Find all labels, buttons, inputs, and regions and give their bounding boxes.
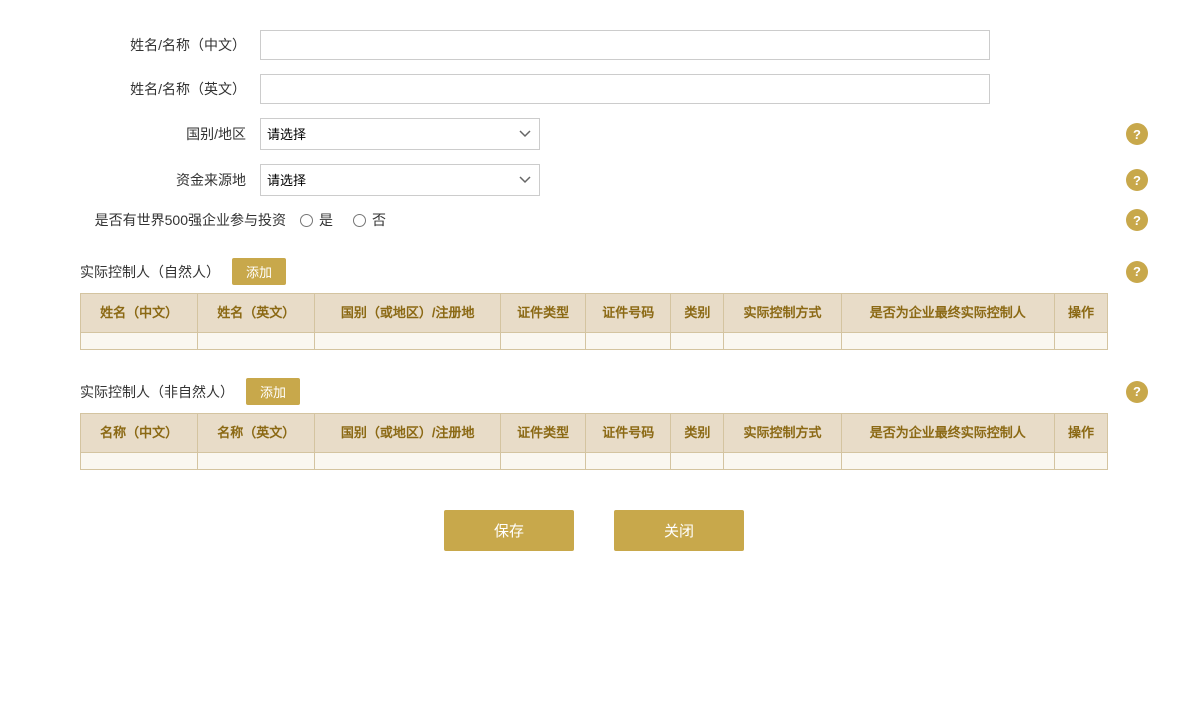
radio-yes[interactable] xyxy=(300,214,313,227)
fund-source-label: 资金来源地 xyxy=(80,170,260,190)
col2-control-method: 实际控制方式 xyxy=(724,414,841,453)
col2-name-cn: 名称（中文） xyxy=(81,414,198,453)
col-cert-type: 证件类型 xyxy=(501,294,586,333)
radio-yes-item[interactable]: 是 xyxy=(300,210,333,230)
name-cn-input[interactable] xyxy=(260,30,990,60)
natural-person-header: 实际控制人（自然人） 添加 ? xyxy=(80,250,1108,293)
country-select[interactable]: 请选择 xyxy=(260,118,540,150)
page-container: 姓名/名称（中文） 姓名/名称（英文） 国别/地区 请选择 ? 资金来源地 请选… xyxy=(0,0,1188,705)
close-button[interactable]: 关闭 xyxy=(614,510,744,551)
col-name-en: 姓名（英文） xyxy=(198,294,315,333)
country-row: 国别/地区 请选择 ? xyxy=(80,118,1108,150)
radio-no[interactable] xyxy=(353,214,366,227)
world500-row: 是否有世界500强企业参与投资 是 否 ? xyxy=(80,210,1108,230)
natural-person-help-icon[interactable]: ? xyxy=(1126,261,1148,283)
non-natural-person-header-row: 名称（中文） 名称（英文） 国别（或地区）/注册地 证件类型 证件号码 类别 实… xyxy=(81,414,1108,453)
non-natural-person-title: 实际控制人（非自然人） xyxy=(80,382,234,402)
col2-cert-no: 证件号码 xyxy=(586,414,671,453)
col-name-cn: 姓名（中文） xyxy=(81,294,198,333)
col-is-final-controller: 是否为企业最终实际控制人 xyxy=(841,294,1054,333)
non-natural-person-header: 实际控制人（非自然人） 添加 ? xyxy=(80,370,1108,413)
col-cert-no: 证件号码 xyxy=(586,294,671,333)
fund-source-row: 资金来源地 请选择 ? xyxy=(80,164,1108,196)
col-category: 类别 xyxy=(671,294,724,333)
table-row xyxy=(81,333,1108,350)
col2-operation: 操作 xyxy=(1054,414,1107,453)
fund-source-select-wrapper: 请选择 xyxy=(260,164,540,196)
natural-person-add-button[interactable]: 添加 xyxy=(232,258,286,285)
non-natural-person-table: 名称（中文） 名称（英文） 国别（或地区）/注册地 证件类型 证件号码 类别 实… xyxy=(80,413,1108,470)
form-section: 姓名/名称（中文） 姓名/名称（英文） 国别/地区 请选择 ? 资金来源地 请选… xyxy=(80,30,1108,230)
world500-label: 是否有世界500强企业参与投资 xyxy=(80,210,300,230)
natural-person-table: 姓名（中文） 姓名（英文） 国别（或地区）/注册地 证件类型 证件号码 类别 实… xyxy=(80,293,1108,350)
col2-country: 国别（或地区）/注册地 xyxy=(315,414,501,453)
country-select-wrapper: 请选择 xyxy=(260,118,540,150)
world500-help-icon[interactable]: ? xyxy=(1126,209,1148,231)
radio-yes-label: 是 xyxy=(319,210,333,230)
natural-person-title: 实际控制人（自然人） xyxy=(80,262,220,282)
fund-source-help-icon[interactable]: ? xyxy=(1126,169,1148,191)
button-row: 保存 关闭 xyxy=(80,510,1108,551)
country-label: 国别/地区 xyxy=(80,124,260,144)
table-row xyxy=(81,453,1108,470)
col-operation: 操作 xyxy=(1054,294,1107,333)
non-natural-person-add-button[interactable]: 添加 xyxy=(246,378,300,405)
name-cn-label: 姓名/名称（中文） xyxy=(80,35,260,55)
col-country: 国别（或地区）/注册地 xyxy=(315,294,501,333)
world500-radio-group: 是 否 xyxy=(300,210,386,230)
name-en-label: 姓名/名称（英文） xyxy=(80,79,260,99)
col2-name-en: 名称（英文） xyxy=(198,414,315,453)
save-button[interactable]: 保存 xyxy=(444,510,574,551)
natural-person-section: 实际控制人（自然人） 添加 ? 姓名（中文） 姓名（英文） 国别（或地区）/注册… xyxy=(80,250,1108,350)
fund-source-select[interactable]: 请选择 xyxy=(260,164,540,196)
col2-cert-type: 证件类型 xyxy=(501,414,586,453)
natural-person-header-row: 姓名（中文） 姓名（英文） 国别（或地区）/注册地 证件类型 证件号码 类别 实… xyxy=(81,294,1108,333)
col2-is-final-controller: 是否为企业最终实际控制人 xyxy=(841,414,1054,453)
col2-category: 类别 xyxy=(671,414,724,453)
radio-no-label: 否 xyxy=(372,210,386,230)
col-control-method: 实际控制方式 xyxy=(724,294,841,333)
non-natural-person-help-icon[interactable]: ? xyxy=(1126,381,1148,403)
country-help-icon[interactable]: ? xyxy=(1126,123,1148,145)
name-en-input[interactable] xyxy=(260,74,990,104)
non-natural-person-section: 实际控制人（非自然人） 添加 ? 名称（中文） 名称（英文） 国别（或地区）/注… xyxy=(80,370,1108,470)
name-en-row: 姓名/名称（英文） xyxy=(80,74,1108,104)
radio-no-item[interactable]: 否 xyxy=(353,210,386,230)
name-cn-row: 姓名/名称（中文） xyxy=(80,30,1108,60)
